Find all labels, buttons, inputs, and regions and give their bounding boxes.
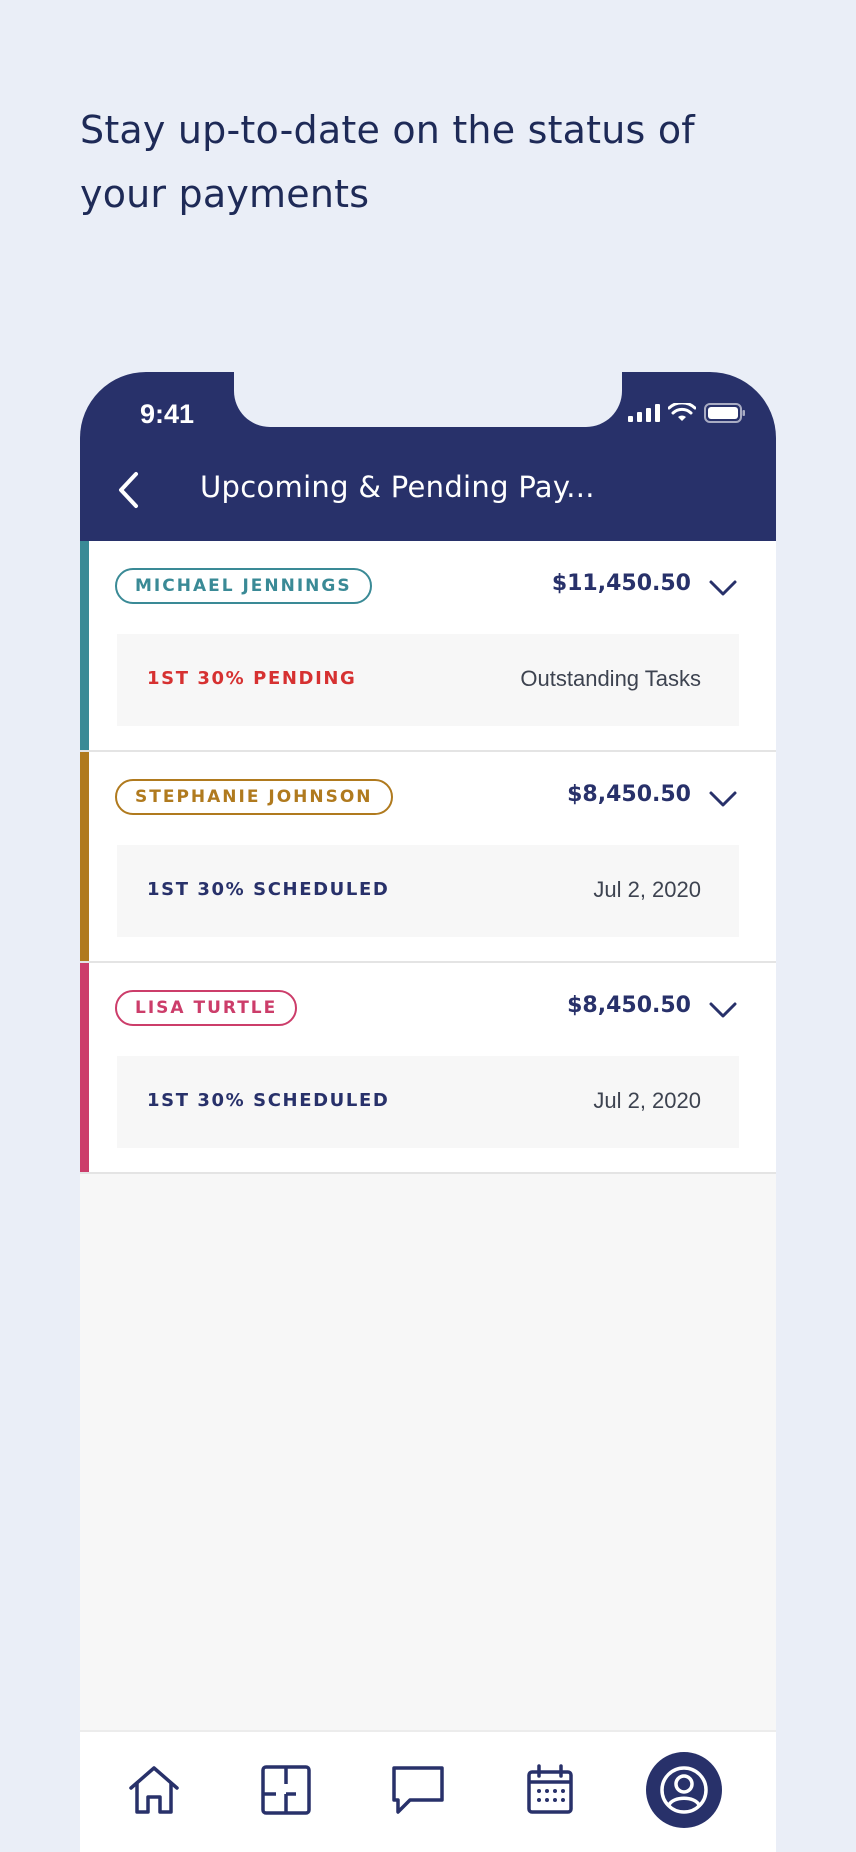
payment-detail: 1ST 30% PENDING Outstanding Tasks: [117, 634, 739, 726]
payment-status: 1ST 30% SCHEDULED: [147, 1090, 390, 1111]
status-time: 9:41: [140, 399, 195, 429]
chevron-down-icon[interactable]: [708, 998, 738, 1022]
home-icon: [129, 1766, 179, 1814]
card-accent: [80, 541, 89, 750]
payment-date: Jul 2, 2020: [593, 1088, 701, 1113]
card-accent: [80, 963, 89, 1172]
chevron-down-icon[interactable]: [708, 576, 738, 600]
calendar-icon: [527, 1764, 573, 1814]
payment-detail-text: Outstanding Tasks: [520, 666, 701, 691]
payment-detail: 1ST 30% SCHEDULED Jul 2, 2020: [117, 1056, 739, 1148]
phone-frame: 9:41 Upcoming & Pending Pay... MICHAEL J…: [80, 372, 776, 1852]
battery-icon: [704, 403, 745, 423]
client-name-pill: MICHAEL JENNINGS: [115, 568, 372, 604]
payment-amount: $8,450.50: [567, 993, 691, 1018]
back-button[interactable]: [108, 466, 148, 514]
signal-icon: [628, 404, 660, 422]
tab-home[interactable]: [124, 1760, 184, 1820]
tab-messages[interactable]: [388, 1760, 448, 1820]
payment-card[interactable]: LISA TURTLE $8,450.50 1ST 30% SCHEDULED …: [80, 963, 776, 1174]
payment-amount: $11,450.50: [551, 571, 691, 596]
client-name-pill: LISA TURTLE: [115, 990, 298, 1026]
chevron-left-icon: [119, 472, 138, 508]
payment-card[interactable]: MICHAEL JENNINGS $11,450.50 1ST 30% PEND…: [80, 541, 776, 752]
payment-amount: $8,450.50: [567, 782, 691, 807]
tab-calendar[interactable]: [520, 1760, 580, 1820]
headline: Stay up-to-date on the status of your pa…: [80, 108, 695, 216]
payment-card[interactable]: STEPHANIE JOHNSON $8,450.50 1ST 30% SCHE…: [80, 752, 776, 963]
tab-bar: [80, 1730, 776, 1852]
tab-profile[interactable]: [646, 1752, 722, 1828]
payment-status: 1ST 30% SCHEDULED: [147, 879, 390, 900]
payment-list: MICHAEL JENNINGS $11,450.50 1ST 30% PEND…: [80, 541, 776, 1174]
tab-floorplan[interactable]: [256, 1760, 316, 1820]
profile-icon: [660, 1766, 708, 1814]
floorplan-icon: [261, 1765, 311, 1815]
card-accent: [80, 752, 89, 961]
payment-status: 1ST 30% PENDING: [147, 668, 357, 689]
wifi-icon: [668, 403, 696, 421]
payment-date: Jul 2, 2020: [593, 877, 701, 902]
status-icons: [628, 403, 746, 423]
page-title: Upcoming & Pending Pay...: [200, 470, 595, 504]
phone-notch: [234, 372, 622, 427]
chat-icon: [392, 1766, 444, 1814]
payment-detail: 1ST 30% SCHEDULED Jul 2, 2020: [117, 845, 739, 937]
chevron-down-icon[interactable]: [708, 787, 738, 811]
client-name-pill: STEPHANIE JOHNSON: [115, 779, 393, 815]
